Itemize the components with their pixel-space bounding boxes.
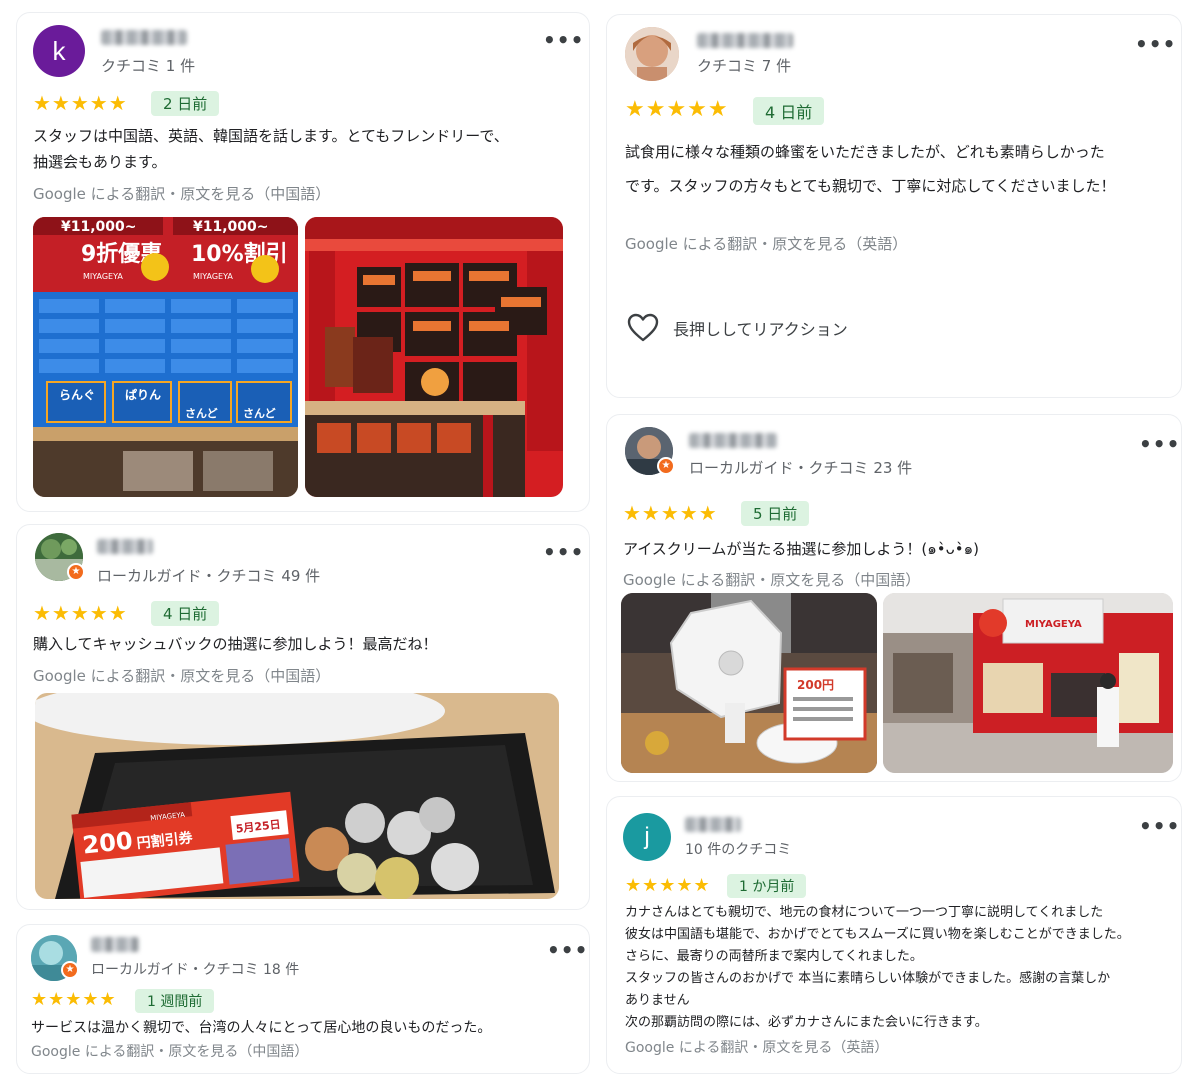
- review-time-badge: 2 日前: [151, 91, 220, 116]
- reviewer-meta: ローカルガイド・クチコミ 49 件: [97, 567, 321, 585]
- reviewer-meta: クチコミ 7 件: [697, 57, 792, 75]
- star-rating: ★★★★★: [625, 97, 729, 122]
- star-rating: ★★★★★: [31, 989, 117, 1010]
- reviewer-meta: ローカルガイド・クチコミ 18 件: [91, 962, 300, 978]
- reviewer-meta: ローカルガイド・クチコミ 23 件: [689, 459, 913, 477]
- local-guide-badge: ★: [657, 457, 675, 475]
- reviewer-avatar[interactable]: k: [33, 25, 85, 77]
- review-text-line: さらに、最寄りの両替所まで案内してくれました。: [625, 949, 923, 964]
- reviewer-avatar[interactable]: j: [623, 813, 671, 861]
- review-photo-lottery-machine[interactable]: 200円: [621, 593, 877, 773]
- review-card: j 10 件のクチコミ ••• ★★★★★ 1 か月前 カナさんはとても親切で、…: [606, 796, 1182, 1074]
- review-photo-souvenir-shelves[interactable]: ¥11,000~ ¥11,000~ 9折優惠 10%割引 MIYAGEYA MI…: [33, 217, 298, 497]
- reviewer-name[interactable]: [97, 539, 153, 554]
- local-guide-badge: ★: [67, 563, 85, 581]
- translation-link[interactable]: Google による翻訳・原文を見る（英語）: [625, 233, 907, 254]
- more-options-button[interactable]: •••: [1135, 34, 1176, 54]
- reviewer-name[interactable]: [685, 817, 741, 832]
- review-text-line: カナさんはとても親切で、地元の食材について一つ一つ丁寧に説明してくれました: [625, 905, 1104, 920]
- review-photo-snack-display[interactable]: [305, 217, 563, 497]
- more-options-button[interactable]: •••: [543, 542, 584, 562]
- product-label: さんど: [243, 407, 276, 420]
- more-options-button[interactable]: •••: [547, 940, 588, 960]
- translation-link[interactable]: Google による翻訳・原文を見る（英語）: [625, 1037, 888, 1057]
- reviewer-meta: クチコミ 1 件: [101, 57, 196, 75]
- translation-link[interactable]: Google による翻訳・原文を見る（中国語）: [33, 665, 330, 686]
- reviewer-name[interactable]: [91, 937, 139, 952]
- review-text-line: サービスは温かく親切で、台湾の人々にとって居心地の良いものだった。: [31, 1020, 492, 1036]
- review-photo-store-interior[interactable]: MIYAGEYA: [883, 593, 1173, 773]
- local-guide-badge: ★: [61, 961, 79, 979]
- star-rating: ★★★★★: [623, 501, 718, 525]
- review-time-badge: 5 日前: [741, 501, 810, 526]
- review-text-line: です。スタッフの方々もとても親切で、丁寧に対応してくださいました！: [625, 177, 1116, 195]
- star-rating: ★★★★★: [625, 875, 711, 896]
- review-card: ★ ローカルガイド・クチコミ 49 件 ••• ★★★★★ 4 日前 購入してキ…: [16, 524, 590, 910]
- product-label: さんど: [185, 407, 218, 420]
- review-time-badge: 1 か月前: [727, 874, 807, 898]
- review-time-badge: 4 日前: [151, 601, 220, 626]
- review-text-line: スタッフは中国語、英語、韓国語を話します。とてもフレンドリーで、: [33, 127, 509, 145]
- more-options-button[interactable]: •••: [1139, 816, 1180, 836]
- reaction-button[interactable]: 長押ししてリアクション: [627, 313, 848, 343]
- banner-text: ¥11,000~: [61, 219, 137, 235]
- review-card: ★ ローカルガイド・クチコミ 18 件 ••• ★★★★★ 1 週間前 サービス…: [16, 924, 590, 1074]
- review-text-line: アイスクリームが当たる抽選に参加しよう！(๑•̀ᴗ•̀๑): [623, 540, 979, 558]
- review-text-line: ありません: [625, 993, 690, 1008]
- lottery-sign-text: 200円: [797, 678, 834, 692]
- review-text-line: 次の那覇訪問の際には、必ずカナさんにまた会いに行きます。: [625, 1015, 988, 1030]
- review-card: ★ ローカルガイド・クチコミ 23 件 ••• ★★★★★ 5 日前 アイスクリ…: [606, 414, 1182, 782]
- brand-text: MIYAGEYA: [193, 272, 233, 281]
- brand-text: MIYAGEYA: [1025, 619, 1082, 630]
- review-card: クチコミ 7 件 ••• ★★★★★ 4 日前 試食用に様々な種類の蜂蜜をいただ…: [606, 14, 1182, 398]
- more-options-button[interactable]: •••: [1139, 434, 1180, 454]
- reaction-label: 長押ししてリアクション: [673, 320, 848, 339]
- heart-icon: [627, 313, 659, 342]
- review-text-line: 試食用に様々な種類の蜂蜜をいただきましたが、どれも素晴らしかった: [625, 143, 1105, 161]
- translation-link[interactable]: Google による翻訳・原文を見る（中国語）: [623, 569, 920, 590]
- review-text-line: 彼女は中国語も堪能で、おかげでとてもスムーズに買い物を楽しむことができました。: [625, 927, 1130, 942]
- avatar-photo: [625, 27, 679, 81]
- reviewer-name[interactable]: [697, 33, 793, 48]
- brand-text: MIYAGEYA: [83, 272, 123, 281]
- more-options-button[interactable]: •••: [543, 30, 584, 50]
- translation-link[interactable]: Google による翻訳・原文を見る（中国語）: [31, 1041, 308, 1061]
- star-rating: ★★★★★: [33, 91, 128, 115]
- reviewer-name[interactable]: [689, 433, 777, 448]
- translation-link[interactable]: Google による翻訳・原文を見る（中国語）: [33, 183, 330, 204]
- product-label: らんぐ: [59, 388, 95, 402]
- review-photo-coupon-tray[interactable]: 200 円割引券 5月25日 MIYAGEYA: [35, 693, 559, 899]
- coupon-amount: 200: [81, 827, 134, 860]
- reviewer-avatar[interactable]: [625, 27, 679, 81]
- banner-text: ¥11,000~: [193, 219, 269, 235]
- product-label: ぱりん: [125, 387, 161, 402]
- review-text-line: 購入してキャッシュバックの抽選に参加しよう！最高だね！: [33, 635, 438, 653]
- reviewer-name[interactable]: [101, 30, 187, 45]
- star-rating: ★★★★★: [33, 601, 128, 625]
- review-text-line: スタッフの皆さんのおかげで 本当に素晴らしい体験ができました。感謝の言葉しか: [625, 971, 1111, 986]
- review-card: k クチコミ 1 件 ••• ★★★★★ 2 日前 スタッフは中国語、英語、韓国…: [16, 12, 590, 512]
- review-text-line: 抽選会もあります。: [33, 153, 167, 171]
- review-time-badge: 1 週間前: [135, 989, 215, 1013]
- reviewer-meta: 10 件のクチコミ: [685, 842, 792, 858]
- review-time-badge: 4 日前: [753, 97, 825, 125]
